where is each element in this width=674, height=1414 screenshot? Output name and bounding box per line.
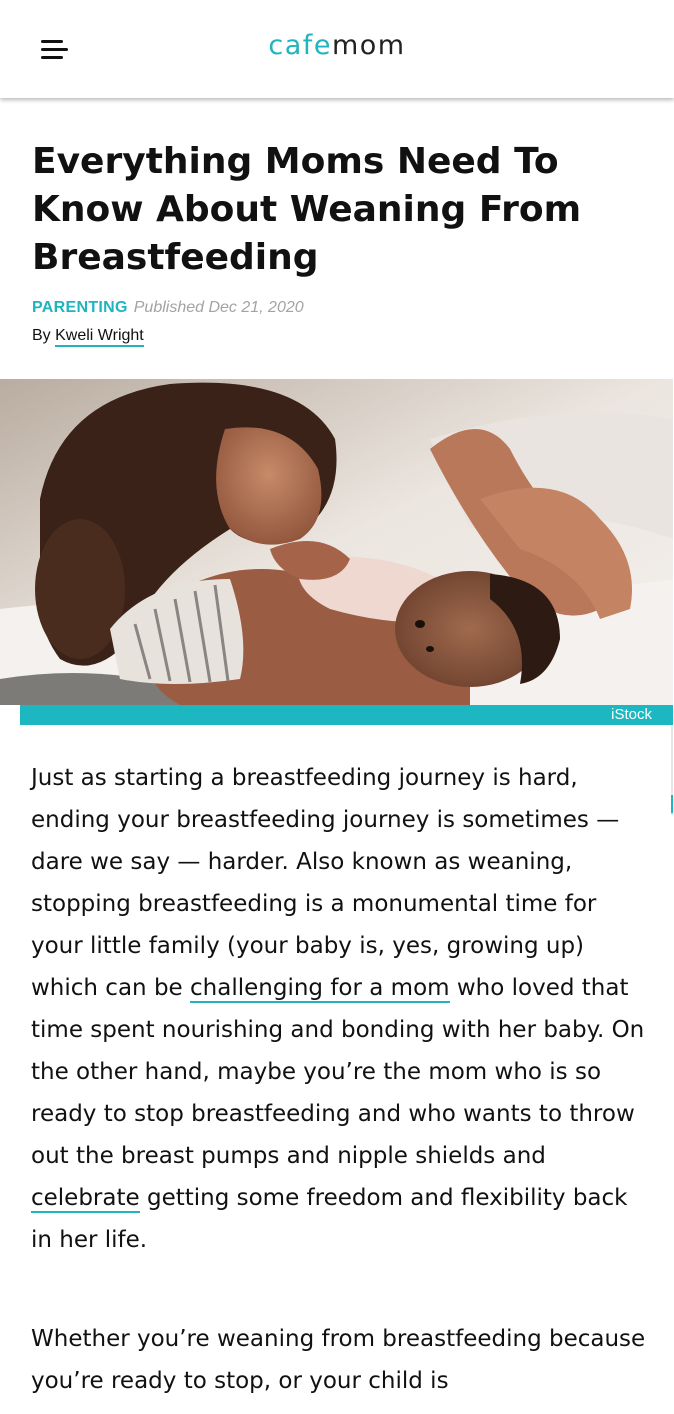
logo-cafe: cafe	[268, 30, 332, 61]
paragraph-text: Just as starting a breastfeeding journey…	[31, 765, 620, 1001]
article-paragraph: Just as starting a breastfeeding journey…	[31, 757, 646, 1261]
challenging-link[interactable]: challenging for a mom	[190, 975, 450, 1003]
scroll-indicator[interactable]	[671, 795, 673, 813]
category-link[interactable]: PARENTING	[32, 299, 128, 316]
article-paragraph: Whether you’re weaning from breastfeedin…	[31, 1326, 646, 1394]
image-credit-bar: iStock	[20, 705, 673, 725]
article-meta: PARENTING Published Dec 21, 2020	[32, 298, 304, 318]
logo-mom: mom	[331, 30, 406, 61]
author-link[interactable]: Kweli Wright	[55, 327, 144, 347]
byline-prefix: By	[32, 327, 56, 344]
byline: By Kweli Wright	[32, 326, 144, 347]
article-title: Everything Moms Need To Know About Weani…	[32, 141, 582, 278]
site-logo[interactable]: cafemom	[0, 30, 674, 61]
hero-image	[0, 379, 673, 705]
paragraph-text: who loved that time spent nourishing and…	[31, 975, 645, 1169]
image-credit: iStock	[611, 706, 652, 723]
publish-date: Published Dec 21, 2020	[133, 299, 304, 316]
site-header: cafemom	[0, 0, 674, 98]
celebrate-link[interactable]: celebrate	[31, 1185, 140, 1213]
